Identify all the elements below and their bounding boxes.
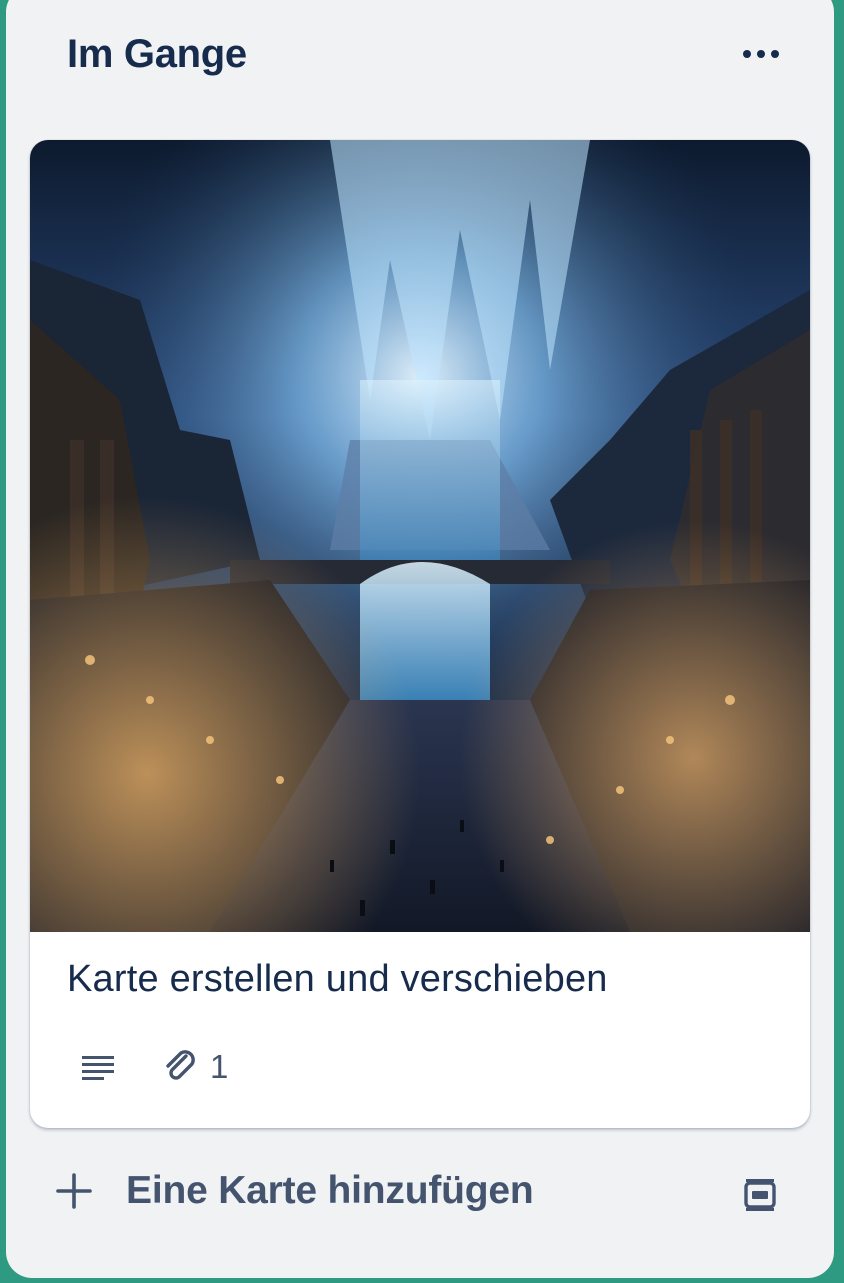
card-badges: 1 [80, 1042, 228, 1092]
more-dot [757, 50, 765, 58]
plus-icon [56, 1173, 92, 1209]
list-column: Im Gange Karte erstellen und verschieben… [6, 0, 834, 1278]
paperclip-icon [166, 1050, 195, 1080]
cover-image [30, 140, 810, 932]
more-horizontal-icon [743, 50, 751, 58]
list-header: Im Gange [6, 0, 834, 110]
attachment-count: 1 [210, 1048, 229, 1085]
create-from-template-button[interactable] [734, 1170, 786, 1220]
description-icon [82, 1056, 114, 1080]
card-title: Karte erstellen und verschieben [67, 958, 608, 1000]
add-card-button[interactable]: Eine Karte hinzufügen [54, 1161, 534, 1221]
list-title[interactable]: Im Gange [67, 32, 247, 77]
list-menu-button[interactable] [736, 36, 786, 72]
add-card-label: Eine Karte hinzufügen [126, 1169, 534, 1212]
card[interactable]: Karte erstellen und verschieben 1 [30, 140, 810, 1128]
more-dot [771, 50, 779, 58]
card-template-icon [744, 1179, 776, 1211]
